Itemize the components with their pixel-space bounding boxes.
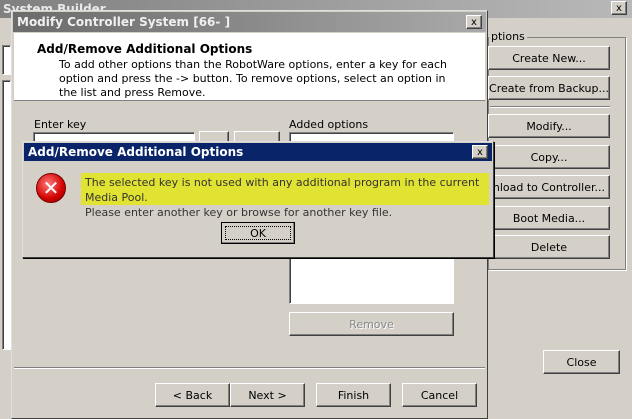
alert-title-bar: Add/Remove Additional Options (24, 143, 492, 161)
system-builder-close-dialog-button[interactable]: Close (543, 350, 620, 374)
modify-dialog-title-bar: Modify Controller System [66- ] (13, 12, 486, 32)
download-to-controller-button[interactable]: wnload to Controller... (484, 175, 610, 199)
alert-message: The selected key is not used with any ad… (81, 173, 489, 219)
remove-button[interactable]: Remove (289, 312, 454, 336)
error-icon: ✕ (36, 173, 66, 203)
cancel-button[interactable]: Cancel (402, 383, 477, 407)
modify-dialog-heading: Add/Remove Additional Options (37, 42, 253, 56)
back-button[interactable]: < Back (155, 383, 230, 407)
create-new-button[interactable]: Create New... (488, 46, 610, 70)
next-button[interactable]: Next > (230, 383, 305, 407)
close-icon: x (471, 16, 477, 28)
finish-button[interactable]: Finish (316, 383, 391, 407)
options-divider (490, 106, 610, 108)
enter-key-label: Enter key (34, 118, 87, 131)
error-cross-glyph: ✕ (42, 176, 60, 200)
close-icon: x (477, 146, 483, 158)
system-builder-list[interactable] (2, 45, 11, 75)
system-builder-close-button[interactable]: x (611, 1, 627, 15)
copy-button[interactable]: Copy... (488, 145, 610, 169)
alert-title: Add/Remove Additional Options (28, 145, 244, 159)
modify-dialog-title: Modify Controller System [66- ] (17, 15, 231, 29)
alert-message-line-2: Please enter another key or browse for a… (85, 206, 393, 219)
system-builder-tree[interactable] (2, 80, 11, 350)
modify-dialog-close-button[interactable]: x (466, 15, 482, 29)
boot-media-button[interactable]: Boot Media... (488, 206, 610, 230)
create-from-backup-button[interactable]: Create from Backup... (488, 76, 610, 100)
close-icon: x (616, 2, 622, 14)
modify-button[interactable]: Modify... (488, 114, 610, 138)
ok-button[interactable]: OK (221, 222, 295, 244)
modify-dialog-description: To add other options than the RobotWare … (59, 58, 447, 99)
added-options-label: Added options (289, 118, 369, 131)
modify-dialog-divider (14, 367, 485, 369)
delete-button[interactable]: Delete (488, 235, 610, 259)
alert-close-button[interactable]: x (472, 145, 488, 159)
options-group-label: ptions (489, 30, 527, 43)
alert-message-line-1: The selected key is not used with any ad… (85, 176, 480, 204)
